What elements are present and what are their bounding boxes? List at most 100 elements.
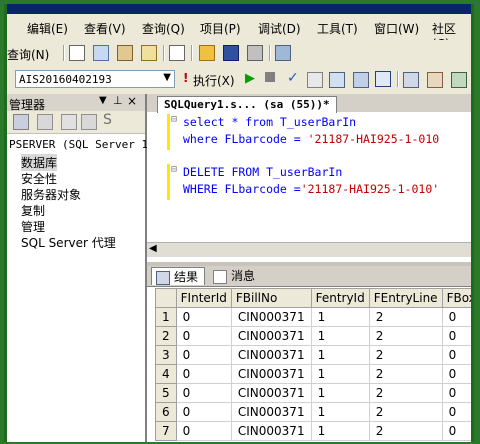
menu-query[interactable]: 查询(Q) — [142, 20, 185, 37]
cell[interactable]: CIN000371 — [230, 326, 312, 346]
cell[interactable]: 1 — [310, 345, 370, 365]
cell[interactable]: 2 — [368, 364, 443, 384]
menu-edit[interactable]: 编辑(E) — [27, 20, 68, 37]
dropdown-icon[interactable]: ▼ — [99, 95, 107, 106]
column-header[interactable]: FEntryLine — [368, 288, 443, 308]
cell[interactable]: 2 — [368, 421, 443, 441]
cell[interactable]: 0 — [175, 383, 232, 403]
cell[interactable]: 0 — [441, 421, 471, 441]
menu-tools[interactable]: 工具(T) — [317, 20, 358, 37]
collapse-icon[interactable]: ⊟ — [171, 114, 177, 125]
pin-icon[interactable]: ⊥ — [113, 94, 123, 107]
print-icon[interactable] — [247, 45, 263, 61]
cell[interactable]: 1 — [310, 402, 370, 422]
query-options-icon[interactable] — [329, 72, 345, 88]
activity-monitor-icon[interactable] — [275, 45, 291, 61]
cell[interactable]: 1 — [310, 307, 370, 327]
cell[interactable]: 2 — [368, 402, 443, 422]
refresh-icon[interactable]: S — [103, 112, 112, 128]
cell[interactable]: CIN000371 — [230, 402, 312, 422]
cell[interactable]: 2 — [368, 326, 443, 346]
tree-item-replication[interactable]: 复制 — [21, 202, 45, 219]
open-file-icon[interactable] — [169, 45, 185, 61]
menu-project[interactable]: 项目(P) — [200, 20, 241, 37]
cell[interactable]: 1 — [310, 364, 370, 384]
tree-item-sql-agent[interactable]: SQL Server 代理 — [21, 234, 116, 251]
cell[interactable]: 1 — [310, 326, 370, 346]
database-query-icon[interactable] — [93, 45, 109, 61]
cell[interactable]: 0 — [441, 345, 471, 365]
cell[interactable]: CIN000371 — [230, 421, 312, 441]
tree-item-server-objects[interactable]: 服务器对象 — [21, 186, 81, 203]
new-query-button[interactable]: 查询(N) — [7, 46, 49, 63]
cell[interactable]: CIN000371 — [230, 383, 312, 403]
execute-button[interactable]: 执行(X) — [193, 72, 235, 89]
cell[interactable]: CIN000371 — [230, 364, 312, 384]
results-to-grid-icon[interactable] — [375, 71, 391, 87]
horizontal-scrollbar[interactable]: ◀ — [147, 242, 471, 257]
stop-explorer-icon[interactable] — [61, 114, 77, 130]
xmla-query-icon[interactable] — [141, 45, 157, 61]
cell[interactable]: 0 — [175, 326, 232, 346]
open-folder-icon[interactable] — [199, 45, 215, 61]
cell[interactable]: 0 — [441, 383, 471, 403]
tree-item-management[interactable]: 管理 — [21, 218, 45, 235]
debug-play-icon[interactable]: ▶ — [245, 71, 255, 86]
cell[interactable]: 0 — [175, 421, 232, 441]
table-row[interactable]: 4 0 CIN000371 1 2 0 — [155, 364, 471, 384]
menu-debug[interactable]: 调试(D) — [258, 20, 301, 37]
estimated-plan-icon[interactable] — [307, 72, 323, 88]
cell[interactable]: 0 — [441, 402, 471, 422]
tab-messages[interactable]: 消息 — [209, 267, 261, 285]
cell[interactable]: 0 — [175, 345, 232, 365]
column-header[interactable]: FInterId — [175, 288, 232, 308]
code-line-2-str: '21187-HAI925-1-010 — [307, 132, 440, 146]
connect-icon[interactable] — [13, 114, 29, 130]
table-row[interactable]: 3 0 CIN000371 1 2 0 — [155, 345, 471, 365]
new-file-icon[interactable] — [69, 45, 85, 61]
table-row[interactable]: 2 0 CIN000371 1 2 0 — [155, 326, 471, 346]
cell[interactable]: 2 — [368, 345, 443, 365]
intellisense-icon[interactable] — [353, 72, 369, 88]
cell[interactable]: CIN000371 — [230, 345, 312, 365]
filter-icon[interactable] — [81, 114, 97, 130]
table-row[interactable]: 5 0 CIN000371 1 2 0 — [155, 383, 471, 403]
results-to-file-icon[interactable] — [427, 72, 443, 88]
close-icon[interactable]: × — [127, 94, 137, 108]
cell[interactable]: 0 — [441, 326, 471, 346]
database-selector[interactable]: AIS20160402193 ▼ — [15, 70, 175, 88]
table-row[interactable]: 1 0 CIN000371 1 2 0 — [155, 307, 471, 327]
tab-results[interactable]: 结果 — [151, 267, 206, 285]
table-row[interactable]: 6 0 CIN000371 1 2 0 — [155, 402, 471, 422]
parse-check-icon[interactable]: ✓ — [287, 70, 299, 86]
code-area[interactable]: ⊟ ⊟ select * from T_userBarIn where FLba… — [147, 112, 471, 252]
cell[interactable]: 0 — [441, 364, 471, 384]
tree-item-security[interactable]: 安全性 — [21, 170, 57, 187]
save-icon[interactable] — [223, 45, 239, 61]
stop-icon[interactable] — [265, 72, 275, 82]
menu-view[interactable]: 查看(V) — [84, 20, 126, 37]
cell[interactable]: 0 — [175, 364, 232, 384]
collapse-icon[interactable]: ⊟ — [171, 164, 177, 175]
scroll-left-icon[interactable]: ◀ — [149, 243, 157, 254]
cell[interactable]: 2 — [368, 383, 443, 403]
cell[interactable]: 1 — [310, 383, 370, 403]
comment-icon[interactable] — [451, 72, 467, 88]
cell[interactable]: CIN000371 — [230, 307, 312, 327]
column-header[interactable]: FBoxQty — [441, 288, 471, 308]
cell[interactable]: 0 — [441, 307, 471, 327]
cell[interactable]: 2 — [368, 307, 443, 327]
tab-sqlquery1[interactable]: SQLQuery1.s... (sa (55))* — [157, 96, 337, 113]
table-row[interactable]: 7 0 CIN000371 1 2 0 — [155, 421, 471, 441]
results-to-text-icon[interactable] — [403, 72, 419, 88]
cell[interactable]: 0 — [175, 402, 232, 422]
cell[interactable]: 1 — [310, 421, 370, 441]
column-header[interactable]: FentryId — [310, 288, 370, 308]
column-header[interactable]: FBillNo — [230, 288, 312, 308]
analysis-query-icon[interactable] — [117, 45, 133, 61]
menu-window[interactable]: 窗口(W) — [374, 20, 419, 37]
server-node[interactable]: PSERVER (SQL Server 10 — [9, 138, 155, 151]
disconnect-icon[interactable] — [37, 114, 53, 130]
cell[interactable]: 0 — [175, 307, 232, 327]
tree-item-databases[interactable]: 数据库 — [21, 154, 58, 171]
